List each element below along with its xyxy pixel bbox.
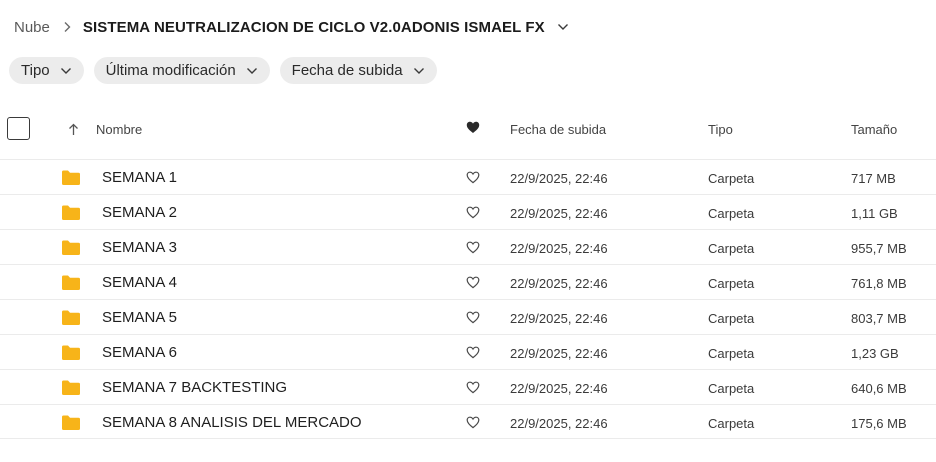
folder-icon — [61, 274, 81, 291]
item-size: 175,6 MB — [851, 416, 907, 431]
column-header-type[interactable]: Tipo — [708, 122, 733, 137]
file-list: SEMANA 1 22/9/2025, 22:46 Carpeta 717 MB SEM… — [0, 159, 936, 439]
folder-name[interactable]: SEMANA 7 BACKTESTING — [102, 379, 287, 396]
table-header: Nombre Fecha de subida Tipo Tamaño — [0, 110, 936, 150]
item-size: 1,23 GB — [851, 346, 899, 361]
folder-icon — [61, 309, 81, 326]
folder-name[interactable]: SEMANA 1 — [102, 169, 177, 186]
folder-icon — [61, 169, 81, 186]
folder-icon — [61, 414, 81, 431]
upload-date: 22/9/2025, 22:46 — [510, 171, 608, 186]
filter-type-button[interactable]: Tipo — [9, 57, 84, 84]
item-type: Carpeta — [708, 276, 755, 291]
table-row[interactable]: SEMANA 8 ANALISIS DEL MERCADO 22/9/2025, … — [0, 404, 936, 439]
heart-outline-icon[interactable] — [466, 311, 480, 324]
upload-date: 22/9/2025, 22:46 — [510, 241, 608, 256]
item-type: Carpeta — [708, 171, 755, 186]
item-size: 955,7 MB — [851, 241, 907, 256]
item-type: Carpeta — [708, 416, 755, 431]
heart-outline-icon[interactable] — [466, 241, 480, 254]
chevron-down-icon[interactable] — [557, 23, 569, 31]
chevron-down-icon — [246, 67, 258, 75]
heart-outline-icon[interactable] — [466, 381, 480, 394]
heart-filled-icon[interactable] — [466, 121, 480, 134]
chevron-down-icon — [413, 67, 425, 75]
column-header-name[interactable]: Nombre — [96, 122, 142, 137]
folder-icon — [61, 379, 81, 396]
table-row[interactable]: SEMANA 5 22/9/2025, 22:46 Carpeta 803,7 MB — [0, 299, 936, 334]
table-row[interactable]: SEMANA 3 22/9/2025, 22:46 Carpeta 955,7 MB — [0, 229, 936, 264]
folder-name[interactable]: SEMANA 2 — [102, 204, 177, 221]
select-all-checkbox[interactable] — [7, 117, 30, 140]
table-row[interactable]: SEMANA 4 22/9/2025, 22:46 Carpeta 761,8 MB — [0, 264, 936, 299]
breadcrumb: Nube SISTEMA NEUTRALIZACION DE CICLO V2.… — [14, 16, 569, 38]
filter-last-modified-button[interactable]: Última modificación — [93, 57, 270, 84]
filter-label: Tipo — [21, 62, 50, 79]
folder-name[interactable]: SEMANA 6 — [102, 344, 177, 361]
column-header-upload-date[interactable]: Fecha de subida — [510, 122, 606, 137]
table-row[interactable]: SEMANA 7 BACKTESTING 22/9/2025, 22:46 Carp… — [0, 369, 936, 404]
folder-name[interactable]: SEMANA 3 — [102, 239, 177, 256]
folder-name[interactable]: SEMANA 8 ANALISIS DEL MERCADO — [102, 414, 362, 431]
heart-outline-icon[interactable] — [466, 346, 480, 359]
item-type: Carpeta — [708, 206, 755, 221]
upload-date: 22/9/2025, 22:46 — [510, 416, 608, 431]
folder-name[interactable]: SEMANA 4 — [102, 274, 177, 291]
item-size: 717 MB — [851, 171, 896, 186]
column-header-size[interactable]: Tamaño — [851, 122, 897, 137]
item-size: 640,6 MB — [851, 381, 907, 396]
filter-bar: Tipo Última modificación Fecha de subida — [9, 57, 437, 84]
folder-icon — [61, 204, 81, 221]
item-size: 803,7 MB — [851, 311, 907, 326]
item-type: Carpeta — [708, 346, 755, 361]
filter-label: Fecha de subida — [291, 62, 403, 79]
heart-outline-icon[interactable] — [466, 206, 480, 219]
table-row[interactable]: SEMANA 6 22/9/2025, 22:46 Carpeta 1,23 GB — [0, 334, 936, 369]
item-type: Carpeta — [708, 311, 755, 326]
filter-upload-date-button[interactable]: Fecha de subida — [279, 57, 437, 84]
breadcrumb-root-link[interactable]: Nube — [14, 19, 50, 36]
heart-outline-icon[interactable] — [466, 276, 480, 289]
upload-date: 22/9/2025, 22:46 — [510, 276, 608, 291]
chevron-down-icon — [60, 67, 72, 75]
filter-label: Última modificación — [105, 62, 236, 79]
folder-icon — [61, 344, 81, 361]
item-type: Carpeta — [708, 241, 755, 256]
arrow-up-icon[interactable] — [68, 123, 79, 136]
table-row[interactable]: SEMANA 2 22/9/2025, 22:46 Carpeta 1,11 GB — [0, 194, 936, 229]
folder-name[interactable]: SEMANA 5 — [102, 309, 177, 326]
breadcrumb-current-folder[interactable]: SISTEMA NEUTRALIZACION DE CICLO V2.0ADON… — [83, 19, 545, 36]
folder-icon — [61, 239, 81, 256]
upload-date: 22/9/2025, 22:46 — [510, 206, 608, 221]
item-size: 1,11 GB — [851, 206, 898, 221]
item-type: Carpeta — [708, 381, 755, 396]
chevron-right-icon — [63, 21, 72, 33]
upload-date: 22/9/2025, 22:46 — [510, 381, 608, 396]
table-row[interactable]: SEMANA 1 22/9/2025, 22:46 Carpeta 717 MB — [0, 159, 936, 194]
upload-date: 22/9/2025, 22:46 — [510, 311, 608, 326]
heart-outline-icon[interactable] — [466, 171, 480, 184]
heart-outline-icon[interactable] — [466, 416, 480, 429]
upload-date: 22/9/2025, 22:46 — [510, 346, 608, 361]
item-size: 761,8 MB — [851, 276, 907, 291]
